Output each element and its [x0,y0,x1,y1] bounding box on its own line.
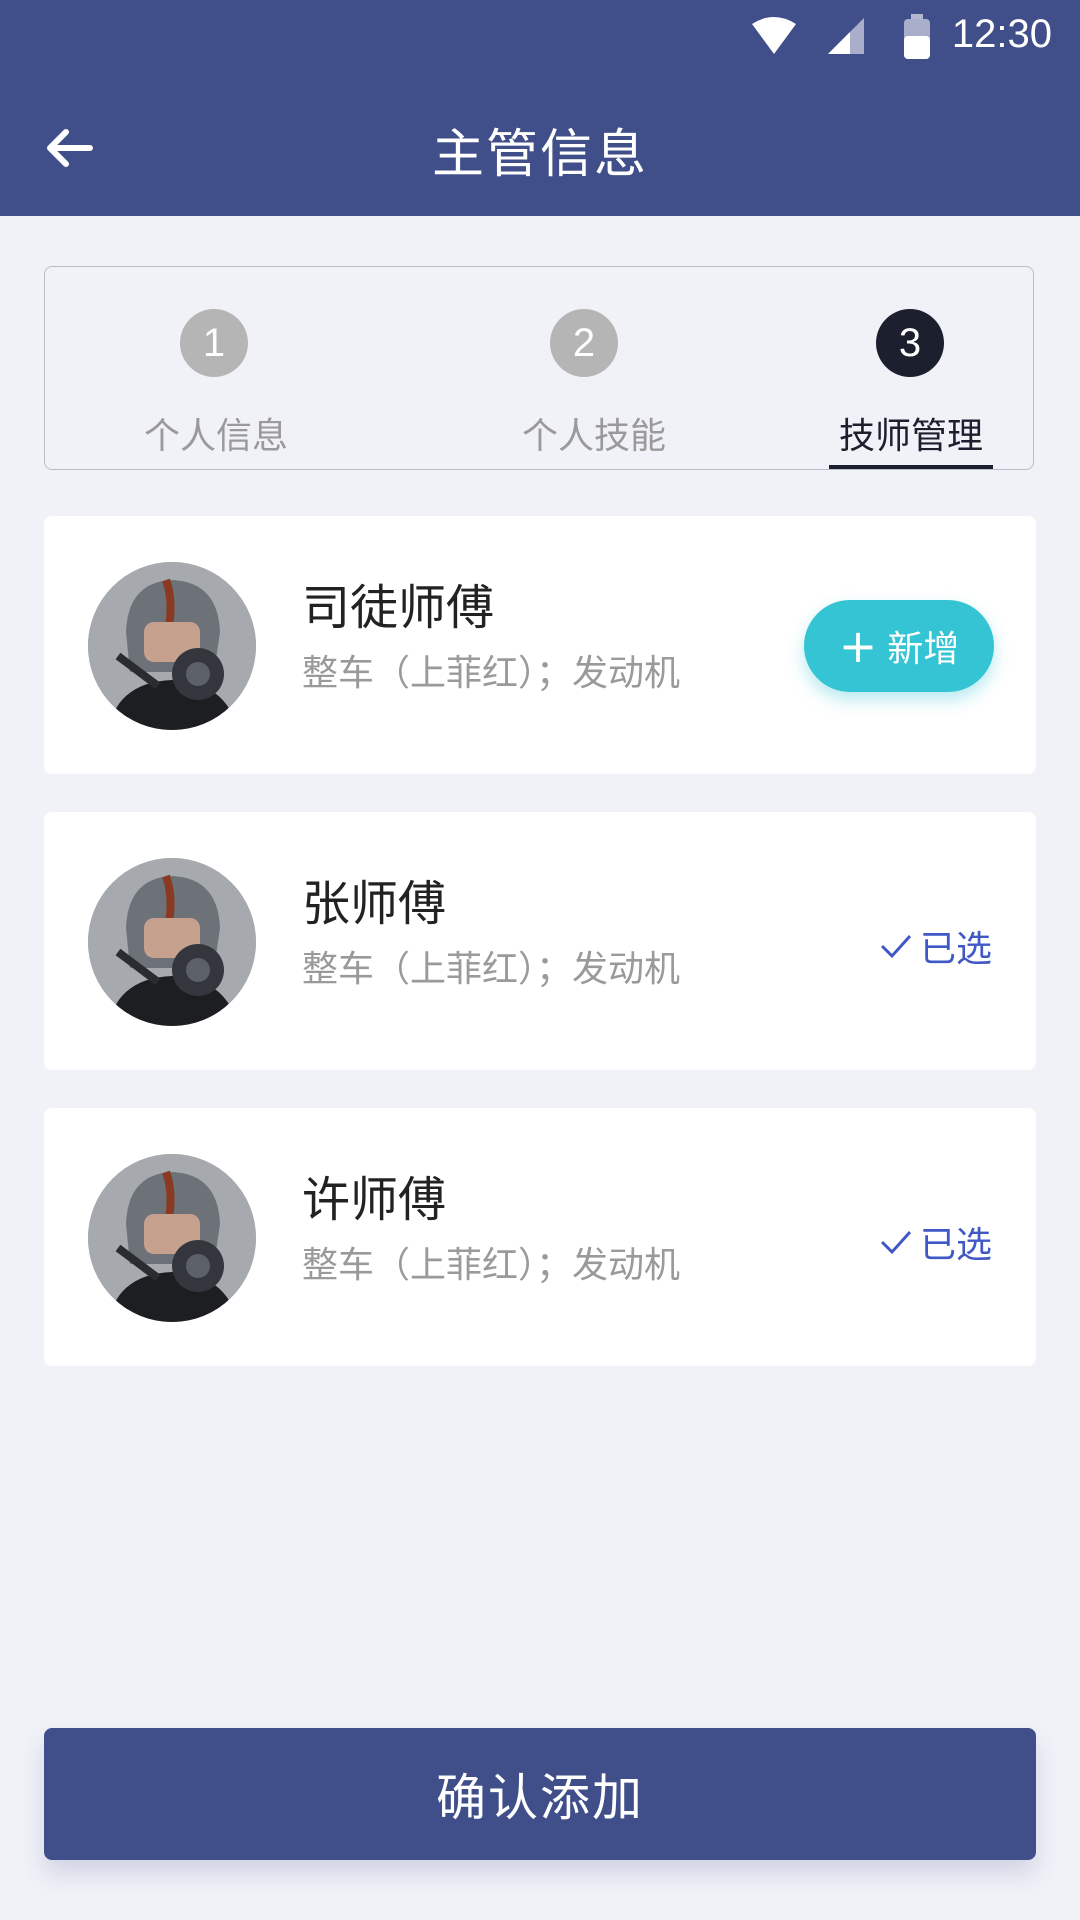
technician-specialty: 整车（上菲红）；发动机 [302,653,681,694]
selected-label: 已选 [919,1225,992,1266]
technician-name: 许师傅 [302,1172,447,1228]
confirm-add-button[interactable]: 确认添加 [44,1728,1036,1860]
add-button-label: 新增 [887,629,960,670]
technician-card[interactable]: 张师傅 整车（上菲红）；发动机 已选 [44,812,1036,1070]
page-title: 主管信息 [431,125,648,185]
technician-name: 张师傅 [302,876,447,932]
signal-icon [828,18,864,54]
technician-name: 司徒师傅 [302,580,495,636]
battery-icon [904,14,930,59]
technician-card[interactable]: 许师傅 整车（上菲红）；发动机 已选 [44,1108,1036,1366]
selected-status[interactable]: 已选 [880,920,992,972]
step-personal-info[interactable]: 1 个人信息 [65,267,365,471]
checkmark-icon [880,934,912,959]
step-label: 个人技能 [522,416,667,457]
step-number: 2 [550,309,618,377]
helmet-avatar-image [88,562,256,730]
plus-icon: + [838,619,878,673]
step-number: 1 [180,309,248,377]
helmet-avatar-image [88,858,256,1026]
technician-specialty: 整车（上菲红）；发动机 [302,1245,681,1286]
app-header: 12:30 主管信息 [0,0,1080,216]
checkmark-icon [880,1230,912,1255]
add-technician-button[interactable]: + 新增 [804,600,994,692]
step-technician-management[interactable]: 3 技师管理 [695,267,995,471]
technician-card[interactable]: 司徒师傅 整车（上菲红）；发动机 + 新增 [44,516,1036,774]
helmet-avatar-image [88,1154,256,1322]
selected-status[interactable]: 已选 [880,1216,992,1268]
progress-stepper: 1 个人信息 2 个人技能 3 技师管理 [44,266,1034,470]
avatar [88,1154,256,1322]
step-label: 技师管理 [839,416,984,457]
selected-label: 已选 [919,929,992,970]
active-step-indicator [829,465,993,469]
step-number: 3 [876,309,944,377]
wifi-icon [752,17,796,54]
technician-specialty: 整车（上菲红）；发动机 [302,949,681,990]
clock: 12:30 [951,12,1052,56]
avatar [88,562,256,730]
avatar [88,858,256,1026]
status-bar: 12:30 [0,0,1080,72]
step-label: 个人信息 [144,416,289,457]
